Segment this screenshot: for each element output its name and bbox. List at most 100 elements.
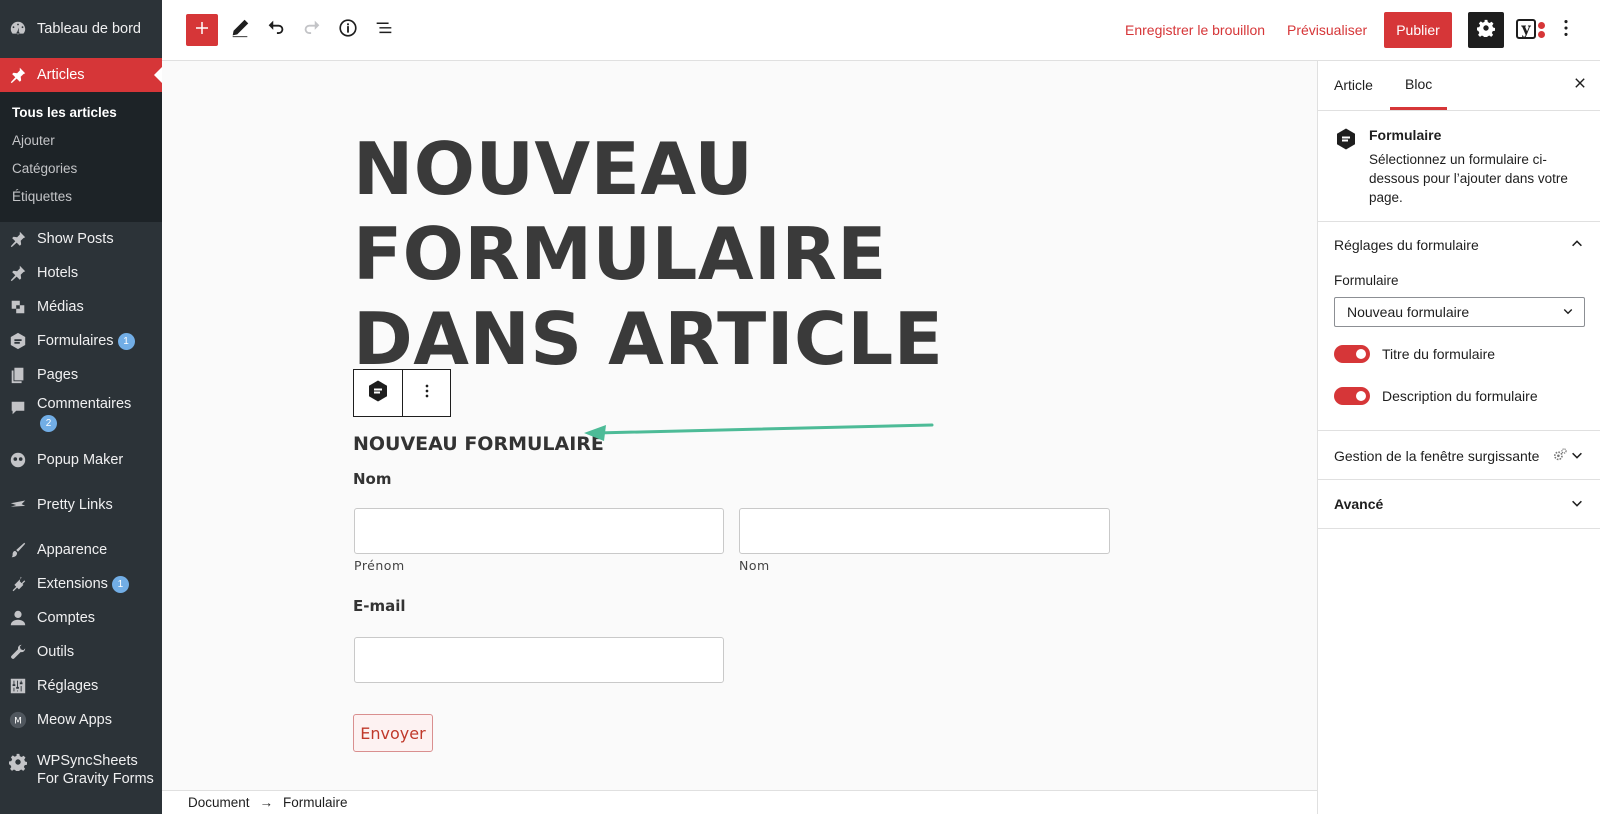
email-field-label: E-mail — [353, 597, 406, 615]
first-name-input[interactable] — [354, 508, 724, 554]
form-select-label: Formulaire — [1334, 273, 1399, 288]
breadcrumb-form[interactable]: Formulaire — [283, 795, 348, 810]
sidebar-item-label: Réglages — [37, 678, 99, 694]
undo-icon — [265, 17, 287, 44]
submenu-all-posts[interactable]: Tous les articles — [12, 105, 117, 120]
sidebar-item-pages[interactable]: Pages — [0, 362, 162, 388]
articles-submenu: Tous les articles Ajouter Catégories Éti… — [0, 92, 162, 222]
publish-button[interactable]: Publier — [1384, 12, 1452, 48]
undo-button[interactable] — [264, 18, 288, 42]
yoast-seo-button[interactable]: y — [1514, 16, 1546, 44]
sidebar-item-tools[interactable]: Outils — [0, 639, 162, 665]
sidebar-item-label: Popup Maker — [37, 452, 124, 468]
more-options-button[interactable] — [1558, 18, 1574, 42]
sidebar-item-media[interactable]: Médias — [0, 294, 162, 320]
sidebar-item-label: Médias — [37, 299, 84, 315]
sidebar-item-label: Outils — [37, 644, 75, 660]
chevron-down-icon — [1570, 496, 1584, 513]
form-title: NOUVEAU FORMULAIRE — [353, 433, 604, 455]
form-description-toggle[interactable] — [1334, 387, 1370, 405]
submit-button[interactable]: Envoyer — [353, 714, 433, 752]
editor-canvas: NOUVEAU FORMULAIRE DANS ARTICLE NOUVEAU … — [162, 61, 1317, 790]
block-type-button[interactable] — [354, 370, 402, 416]
sidebar-item-dashboard[interactable]: Tableau de bord — [0, 14, 162, 44]
form-title-toggle[interactable] — [1334, 345, 1370, 363]
breadcrumb-document[interactable]: Document — [188, 795, 250, 810]
list-view-icon — [373, 17, 395, 44]
section-title: Gestion de la fenêtre surgissante — [1334, 448, 1540, 464]
sidebar-item-label: Articles — [37, 67, 85, 83]
sidebar-item-label: Comptes — [37, 610, 96, 626]
sidebar-item-appearance[interactable]: Apparence — [0, 537, 162, 563]
submenu-categories[interactable]: Catégories — [12, 161, 77, 176]
form-select-value: Nouveau formulaire — [1347, 304, 1470, 320]
last-name-input[interactable] — [739, 508, 1110, 554]
sidebar-item-hotels[interactable]: Hotels — [0, 260, 162, 286]
plugin-icon — [8, 574, 28, 594]
chevron-up-icon — [1570, 237, 1584, 254]
submenu-tags[interactable]: Étiquettes — [12, 189, 72, 204]
close-panel-button[interactable] — [1570, 75, 1590, 95]
advanced-settings-toggle[interactable]: Avancé — [1334, 494, 1584, 514]
submenu-add-new[interactable]: Ajouter — [12, 133, 55, 148]
pin-icon — [8, 263, 28, 283]
settings-button[interactable] — [1468, 12, 1504, 48]
form-select[interactable]: Nouveau formulaire — [1334, 297, 1585, 327]
sidebar-item-show-posts[interactable]: Show Posts — [0, 226, 162, 252]
sidebar-item-label: Commentaires — [37, 396, 132, 412]
sidebar-item-wpsyncsheets[interactable]: WPSyncSheets For Gravity Forms — [0, 752, 162, 792]
email-input[interactable] — [354, 637, 724, 683]
sidebar-item-plugins[interactable]: Extensions 1 — [0, 571, 162, 597]
arrow-right-icon: → — [259, 795, 274, 810]
sidebar-item-users[interactable]: Comptes — [0, 605, 162, 631]
form-settings-toggle[interactable]: Réglages du formulaire — [1334, 235, 1584, 255]
pencil-icon — [229, 17, 251, 44]
gear-icon — [8, 752, 28, 772]
sidebar-item-meow-apps[interactable]: M Meow Apps — [0, 707, 162, 733]
tools-button[interactable] — [228, 18, 252, 42]
plus-icon — [193, 19, 211, 42]
redo-button[interactable] — [300, 18, 324, 42]
sidebar-item-pretty-links[interactable]: Pretty Links — [0, 492, 162, 518]
update-count-badge: 1 — [111, 575, 129, 593]
vertical-ellipsis-icon — [1555, 17, 1577, 44]
block-options-button[interactable] — [402, 370, 450, 416]
admin-sidebar: Tableau de bord Articles Tous les articl… — [0, 0, 162, 814]
pin-icon — [8, 229, 28, 249]
sidebar-item-label: WPSyncSheets — [37, 753, 138, 769]
popup-maker-icon — [8, 450, 28, 470]
details-button[interactable] — [336, 18, 360, 42]
popup-settings-toggle[interactable]: Gestion de la fenêtre surgissante — [1334, 446, 1584, 466]
vertical-ellipsis-icon — [417, 381, 437, 406]
preview-button[interactable]: Prévisualiser — [1287, 22, 1367, 38]
sidebar-item-label: Formulaires — [37, 333, 114, 349]
add-block-button[interactable] — [186, 14, 218, 46]
name-field-label: Nom — [353, 470, 392, 488]
save-draft-button[interactable]: Enregistrer le brouillon — [1125, 22, 1265, 38]
sidebar-item-comments[interactable]: Commentaires 2 — [0, 396, 162, 440]
chevron-down-icon — [1562, 304, 1574, 320]
settings-panel: Article Bloc Formulaire Sélectionnez un … — [1317, 61, 1600, 814]
editor-top-toolbar: Enregistrer le brouillon Prévisualiser P… — [162, 0, 1600, 61]
last-name-sublabel: Nom — [739, 558, 770, 573]
post-title[interactable]: NOUVEAU FORMULAIRE DANS ARTICLE — [353, 127, 1113, 382]
wrench-icon — [8, 642, 28, 662]
dashboard-icon — [8, 19, 28, 39]
sidebar-item-popup-maker[interactable]: Popup Maker — [0, 447, 162, 473]
sidebar-item-forms[interactable]: Formulaires 1 — [0, 328, 162, 354]
form-description-toggle-label: Description du formulaire — [1382, 388, 1538, 404]
tab-block[interactable]: Bloc — [1390, 61, 1448, 110]
update-count-badge: 1 — [117, 332, 135, 350]
sidebar-item-label: Meow Apps — [37, 712, 112, 728]
sidebar-item-label: Tableau de bord — [37, 21, 141, 37]
meow-apps-icon: M — [8, 710, 28, 730]
block-breadcrumb: Document → Formulaire — [162, 790, 1317, 814]
list-view-button[interactable] — [372, 18, 396, 42]
pin-icon — [8, 65, 28, 85]
sidebar-item-articles[interactable]: Articles — [0, 58, 162, 92]
sidebar-item-settings[interactable]: Réglages — [0, 673, 162, 699]
yoast-icon: y — [1514, 16, 1546, 44]
block-card-description: Sélectionnez un formulaire ci-dessous po… — [1369, 152, 1568, 205]
tab-article[interactable]: Article — [1334, 61, 1373, 109]
gear-icon — [1477, 19, 1495, 42]
